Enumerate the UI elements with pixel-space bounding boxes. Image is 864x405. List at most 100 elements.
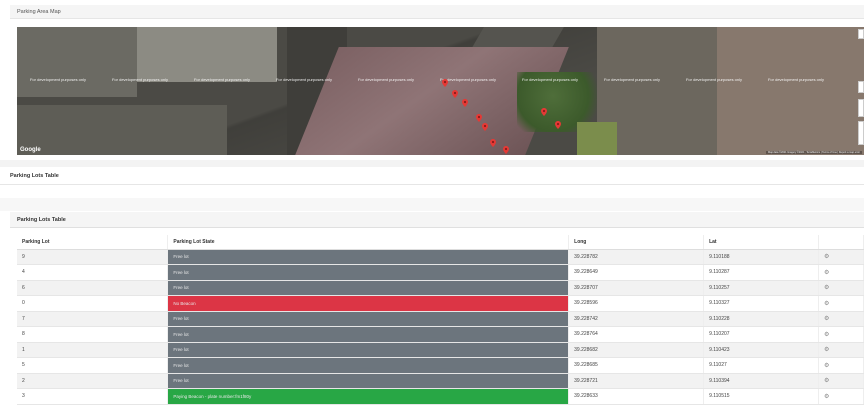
parking-area-map[interactable]: For development purposes only For develo… [17, 27, 864, 155]
cell-parking-lot-state: Free lot [167, 326, 570, 343]
map-watermark: For development purposes only [357, 77, 415, 82]
cell-long: 39.228782 [568, 249, 705, 265]
cell-parking-lot: 3 [17, 388, 169, 405]
table-row: 6 Free lot 39.228707 9.110257 ⚙ [17, 280, 864, 296]
map-watermark: For development purposes only [193, 77, 251, 82]
map-building [17, 27, 137, 97]
cell-parking-lot-state: Free lot [167, 357, 570, 374]
cell-actions: ⚙ [818, 326, 864, 343]
map-fullscreen-button[interactable] [858, 29, 864, 39]
cell-parking-lot: 9 [17, 249, 169, 265]
parking-lots-table: Parking Lot Parking Lot State Long Lat 9… [17, 235, 864, 405]
cell-actions: ⚙ [818, 280, 864, 296]
cell-long: 39.228685 [568, 357, 705, 374]
gear-icon[interactable]: ⚙ [824, 254, 829, 260]
map-watermark: For development purposes only [111, 77, 169, 82]
map-marker-pin-icon[interactable] [482, 123, 488, 131]
gear-icon[interactable]: ⚙ [824, 301, 829, 307]
cell-actions: ⚙ [818, 249, 864, 265]
map-rotate-button[interactable] [858, 99, 864, 117]
table-row: 3 Paying Beacon - plate number:fm1f80y 3… [17, 388, 864, 405]
map-grass [577, 122, 617, 155]
map-watermark: For development purposes only [29, 77, 87, 82]
section-spacer [0, 198, 864, 211]
map-building [137, 27, 277, 82]
map-marker-pin-icon[interactable] [476, 114, 482, 122]
column-header-long[interactable]: Long [568, 235, 705, 250]
google-logo: Google [20, 147, 41, 153]
table-row: 4 Free lot 39.228649 9.110287 ⚙ [17, 264, 864, 281]
table-header-row: Parking Lot Parking Lot State Long Lat [17, 235, 864, 250]
map-marker-pin-icon[interactable] [442, 79, 448, 87]
gear-icon[interactable]: ⚙ [824, 363, 829, 369]
map-attribution[interactable]: Map data ©2021 Imagery ©2021 , TerraMetr… [765, 151, 862, 154]
map-watermark: For development purposes only [603, 77, 661, 82]
cell-actions: ⚙ [818, 342, 864, 358]
cell-actions: ⚙ [818, 264, 864, 281]
map-marker-pin-icon[interactable] [490, 139, 496, 147]
cell-parking-lot-state: Free lot [167, 311, 570, 327]
cell-parking-lot-state: Free lot [167, 264, 570, 281]
cell-lat: 9.110257 [703, 280, 819, 296]
map-marker-pin-icon[interactable] [541, 108, 547, 116]
section-divider [0, 184, 864, 185]
section-divider [0, 160, 864, 167]
map-zoom-buttons[interactable] [858, 121, 864, 145]
cell-parking-lot-state: Free lot [167, 373, 570, 389]
map-watermark: For development purposes only [685, 77, 743, 82]
cell-lat: 9.110207 [703, 326, 819, 343]
gear-icon[interactable]: ⚙ [824, 270, 829, 276]
table-row: 7 Free lot 39.228742 9.110228 ⚙ [17, 311, 864, 327]
cell-actions: ⚙ [818, 357, 864, 374]
column-header-lat[interactable]: Lat [703, 235, 819, 250]
gear-icon[interactable]: ⚙ [824, 285, 829, 291]
column-header-parking-lot-state[interactable]: Parking Lot State [167, 235, 570, 250]
column-header-parking-lot[interactable]: Parking Lot [17, 235, 169, 250]
table-row: 9 Free lot 39.228782 9.110188 ⚙ [17, 249, 864, 265]
gear-icon[interactable]: ⚙ [824, 394, 829, 400]
cell-long: 39.228721 [568, 373, 705, 389]
map-watermark: For development purposes only [275, 77, 333, 82]
cell-lat: 9.11027 [703, 357, 819, 374]
cell-parking-lot-state: No Beacon [167, 295, 570, 312]
cell-actions: ⚙ [818, 388, 864, 405]
cell-parking-lot: 5 [17, 357, 169, 374]
cell-long: 39.228707 [568, 280, 705, 296]
gear-icon[interactable]: ⚙ [824, 378, 829, 384]
cell-lat: 9.110327 [703, 295, 819, 312]
cell-parking-lot: 1 [17, 342, 169, 358]
cell-lat: 9.110515 [703, 388, 819, 405]
table-panel-title: Parking Lots Table [17, 217, 66, 223]
map-marker-pin-icon[interactable] [452, 90, 458, 98]
map-watermarks: For development purposes only For develo… [17, 77, 864, 85]
cell-parking-lot: 4 [17, 264, 169, 281]
gear-icon[interactable]: ⚙ [824, 347, 829, 353]
map-pegman-button[interactable] [858, 81, 864, 93]
cell-parking-lot: 2 [17, 373, 169, 389]
table-row: 5 Free lot 39.228685 9.11027 ⚙ [17, 357, 864, 374]
cell-long: 39.228596 [568, 295, 705, 312]
cell-parking-lot: 8 [17, 326, 169, 343]
map-marker-pin-icon[interactable] [503, 146, 509, 154]
table-row: 1 Free lot 39.228682 9.110423 ⚙ [17, 342, 864, 358]
cell-parking-lot-state: Free lot [167, 249, 570, 265]
cell-long: 39.228649 [568, 264, 705, 281]
cell-actions: ⚙ [818, 373, 864, 389]
cell-parking-lot: 7 [17, 311, 169, 327]
cell-long: 39.228682 [568, 342, 705, 358]
map-building [717, 27, 864, 155]
cell-parking-lot-state: Paying Beacon - plate number:fm1f80y [167, 388, 570, 405]
cell-long: 39.228633 [568, 388, 705, 405]
map-watermark: For development purposes only [521, 77, 579, 82]
map-marker-pin-icon[interactable] [555, 121, 561, 129]
gear-icon[interactable]: ⚙ [824, 332, 829, 338]
map-marker-pin-icon[interactable] [462, 99, 468, 107]
table-row: 2 Free lot 39.228721 9.110394 ⚙ [17, 373, 864, 389]
cell-long: 39.228742 [568, 311, 705, 327]
cell-parking-lot-state: Free lot [167, 342, 570, 358]
cell-actions: ⚙ [818, 311, 864, 327]
cell-lat: 9.110423 [703, 342, 819, 358]
cell-lat: 9.110228 [703, 311, 819, 327]
gear-icon[interactable]: ⚙ [824, 316, 829, 322]
table-row: 0 No Beacon 39.228596 9.110327 ⚙ [17, 295, 864, 312]
